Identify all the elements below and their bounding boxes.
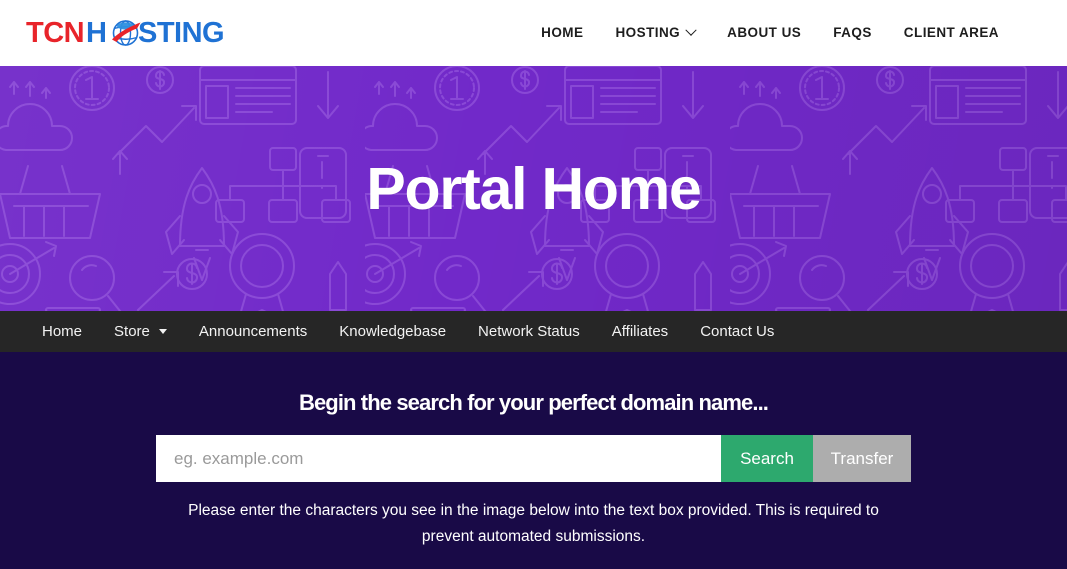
page-title: Portal Home xyxy=(366,155,702,222)
svg-text:TCN: TCN xyxy=(26,17,84,49)
caret-down-icon xyxy=(158,329,167,334)
sub-nav-label: Affiliates xyxy=(611,323,669,340)
nav-item-label: ABOUT US xyxy=(727,25,802,40)
captcha-instruction-text: Please enter the characters you see in t… xyxy=(188,502,879,545)
nav-item-label: FAQS xyxy=(833,25,872,40)
sub-nav-label: Knowledgebase xyxy=(339,323,447,340)
sidebar-item-home[interactable]: Home xyxy=(26,323,98,340)
sub-nav-label: Home xyxy=(42,323,83,340)
portal-sub-navigation: Home Store Announcements Knowledgebase N… xyxy=(0,311,1067,352)
globe-icon xyxy=(112,20,141,46)
sub-nav-label: Network Status xyxy=(478,323,580,340)
domain-search-input[interactable] xyxy=(156,435,721,482)
chevron-down-icon xyxy=(685,24,697,36)
nav-item-label: HOME xyxy=(541,25,584,40)
sidebar-item-network-status[interactable]: Network Status xyxy=(462,323,596,340)
sub-nav-label: Contact Us xyxy=(700,323,775,340)
site-logo[interactable]: TCN H STING xyxy=(26,13,226,53)
search-button[interactable]: Search xyxy=(721,435,813,482)
svg-text:STING: STING xyxy=(138,17,224,49)
nav-item-label: CLIENT AREA xyxy=(903,25,999,40)
sidebar-item-announcements[interactable]: Announcements xyxy=(183,323,323,340)
sidebar-item-affiliates[interactable]: Affiliates xyxy=(596,323,684,340)
domain-search-section: Begin the search for your perfect domain… xyxy=(0,352,1067,569)
site-header: TCN H STING HOME HOSTING ABOUT US FAQS C… xyxy=(0,0,1067,66)
sub-nav-label: Announcements xyxy=(198,323,308,340)
nav-item-home[interactable]: HOME xyxy=(525,0,599,66)
nav-item-faqs[interactable]: FAQS xyxy=(817,0,888,66)
sidebar-item-knowledgebase[interactable]: Knowledgebase xyxy=(323,323,462,340)
sidebar-item-store[interactable]: Store xyxy=(98,323,183,340)
domain-search-form: Search Transfer xyxy=(156,435,911,482)
nav-item-label: HOSTING xyxy=(615,25,681,40)
nav-item-hosting[interactable]: HOSTING xyxy=(599,0,711,66)
nav-item-client-area[interactable]: CLIENT AREA xyxy=(888,0,1015,66)
transfer-button[interactable]: Transfer xyxy=(813,435,911,482)
main-navigation: HOME HOSTING ABOUT US FAQS CLIENT AREA xyxy=(525,0,1043,66)
logo-graphic: TCN H STING xyxy=(26,17,225,49)
hero-banner: Portal Home xyxy=(0,66,1067,311)
domain-search-heading: Begin the search for your perfect domain… xyxy=(298,390,769,415)
sidebar-item-contact-us[interactable]: Contact Us xyxy=(684,323,790,340)
sub-nav-label: Store xyxy=(114,323,150,340)
nav-item-about-us[interactable]: ABOUT US xyxy=(711,0,817,66)
svg-text:H: H xyxy=(86,17,106,49)
